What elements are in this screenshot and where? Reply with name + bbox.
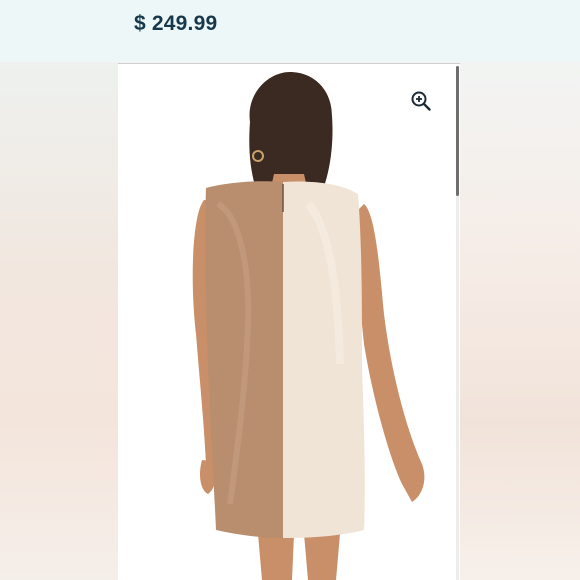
product-photo xyxy=(118,64,460,580)
product-price: $ 249.99 xyxy=(134,12,218,35)
price-header: $ 249.99 xyxy=(0,0,580,62)
zoom-in-icon[interactable] xyxy=(410,90,432,112)
scrollbar-thumb[interactable] xyxy=(456,66,459,196)
background-blur-right xyxy=(460,60,580,580)
product-image-viewer[interactable] xyxy=(118,64,460,580)
background-blur-left xyxy=(0,60,118,580)
